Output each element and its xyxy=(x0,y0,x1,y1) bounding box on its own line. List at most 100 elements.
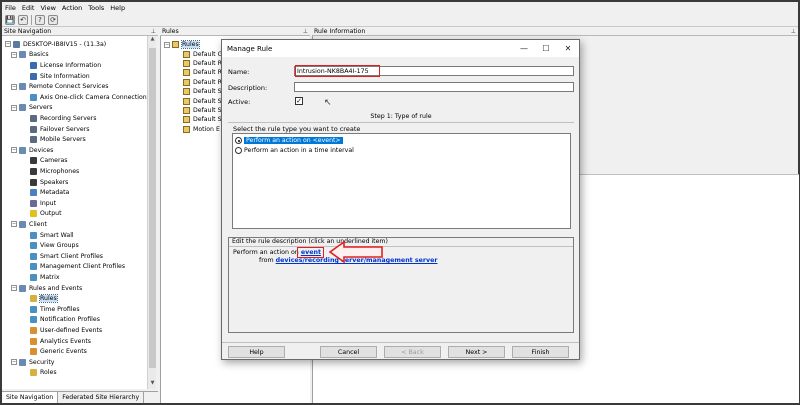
tree-item[interactable]: Rules xyxy=(30,293,58,304)
rule-list-item[interactable]: Default S xyxy=(183,115,222,124)
menu-file[interactable]: File xyxy=(2,4,19,12)
tree-item-label: View Groups xyxy=(40,242,79,250)
tree-item[interactable]: Time Profiles xyxy=(30,304,80,315)
menu-view[interactable]: View xyxy=(37,4,58,12)
tree-item[interactable]: Management Client Profiles xyxy=(30,262,125,273)
tree-item[interactable]: − Basics xyxy=(11,50,49,61)
collapse-icon[interactable]: − xyxy=(11,51,17,58)
tree-item[interactable]: − Servers xyxy=(11,103,53,114)
tree-item[interactable]: Axis One-click Camera Connection xyxy=(30,92,147,103)
tree-item[interactable]: − Devices xyxy=(11,145,53,156)
rule-list-item[interactable]: Default R xyxy=(183,78,222,87)
tree-item-icon xyxy=(30,167,37,175)
tree-item[interactable]: License Information xyxy=(30,60,101,71)
pin-icon[interactable]: ⊥ xyxy=(303,28,308,35)
tree-item[interactable]: Mobile Servers xyxy=(30,134,86,145)
tab-federated-site-hierarchy[interactable]: Federated Site Hierarchy xyxy=(58,392,145,403)
tree-item[interactable]: Notification Profiles xyxy=(30,315,100,326)
rule-list-item[interactable]: Default R xyxy=(183,68,222,77)
radio-action-time-interval[interactable] xyxy=(235,147,242,154)
collapse-icon[interactable]: − xyxy=(11,147,17,154)
menu-tools[interactable]: Tools xyxy=(85,4,107,12)
rule-icon xyxy=(183,125,190,133)
desc-from: from xyxy=(259,257,276,264)
tree-item-label: Output xyxy=(40,210,62,218)
rule-list-item[interactable]: Default R xyxy=(183,59,222,68)
next-button[interactable]: Next > xyxy=(448,346,505,358)
help-icon[interactable]: ? xyxy=(35,14,45,25)
rule-list-item[interactable]: Default S xyxy=(183,87,222,96)
name-highlight xyxy=(295,65,380,77)
tree-item[interactable]: Roles xyxy=(30,368,57,379)
rule-list-item[interactable]: Default S xyxy=(183,97,222,106)
description-input[interactable] xyxy=(294,82,574,92)
rules-root[interactable]: − Rules xyxy=(164,40,200,49)
tree-item[interactable]: User-defined Events xyxy=(30,325,102,336)
collapse-icon[interactable]: − xyxy=(11,285,17,292)
collapse-icon[interactable]: − xyxy=(164,41,170,48)
tree-item[interactable]: Output xyxy=(30,209,62,220)
scroll-down-icon[interactable]: ▼ xyxy=(148,380,157,389)
close-icon[interactable]: ✕ xyxy=(557,40,579,57)
tree-item[interactable]: − Security xyxy=(11,357,54,368)
active-checkbox[interactable]: ✓ xyxy=(295,97,303,105)
tree-item[interactable]: Smart Client Profiles xyxy=(30,251,103,262)
finish-button[interactable]: Finish xyxy=(512,346,569,358)
tree-item[interactable]: Recording Servers xyxy=(30,113,96,124)
tree-item[interactable]: − Remote Connect Services xyxy=(11,81,108,92)
tree-item-icon xyxy=(30,337,37,345)
collapse-icon[interactable]: − xyxy=(5,41,11,48)
refresh-icon[interactable]: ⟳ xyxy=(48,14,58,25)
menu-edit[interactable]: Edit xyxy=(19,4,38,12)
tree-item[interactable]: Failover Servers xyxy=(30,124,90,135)
collapse-icon[interactable]: − xyxy=(11,104,17,111)
rule-list-item[interactable]: Default S xyxy=(183,106,222,115)
pin-icon[interactable]: ⊥ xyxy=(151,28,156,35)
rule-icon xyxy=(183,116,190,124)
menu-action[interactable]: Action xyxy=(59,4,85,12)
radio-action-on-event[interactable] xyxy=(235,137,242,144)
tree-item[interactable]: Analytics Events xyxy=(30,336,91,347)
tree-item[interactable]: Input xyxy=(30,198,56,209)
cancel-button[interactable]: Cancel xyxy=(320,346,377,358)
tree-item-icon xyxy=(30,316,37,324)
undo-icon[interactable]: ↶ xyxy=(18,14,28,25)
pin-icon[interactable]: ⊥ xyxy=(791,28,796,35)
collapse-icon[interactable]: − xyxy=(11,221,17,228)
back-button[interactable]: < Back xyxy=(384,346,441,358)
tree-item[interactable]: − Rules and Events xyxy=(11,283,82,294)
scroll-thumb[interactable] xyxy=(149,48,156,368)
tree-item-icon xyxy=(19,284,26,292)
tree-item[interactable]: Speakers xyxy=(30,177,68,188)
tree-item[interactable]: − DESKTOP-IB8IV15 - (11.3a) xyxy=(5,39,106,50)
scroll-up-icon[interactable]: ▲ xyxy=(148,36,157,45)
maximize-icon[interactable]: ☐ xyxy=(535,40,557,57)
collapse-icon[interactable]: − xyxy=(11,359,17,366)
tree-item-icon xyxy=(30,93,37,101)
option-action-on-event[interactable]: Perform an action on <event> xyxy=(235,136,343,145)
option-action-time-interval[interactable]: Perform an action in a time interval xyxy=(235,146,354,155)
site-navigation-scrollbar[interactable]: ▲ ▼ xyxy=(147,36,156,389)
help-button[interactable]: Help xyxy=(228,346,285,358)
tree-item-icon xyxy=(30,72,37,80)
tree-item[interactable]: Generic Events xyxy=(30,346,87,357)
tree-item[interactable]: Cameras xyxy=(30,156,68,167)
rule-list-item[interactable]: Default G xyxy=(183,50,222,59)
tree-item[interactable]: Smart Wall xyxy=(30,230,74,241)
tree-item[interactable]: Matrix xyxy=(30,272,59,283)
active-label: Active: xyxy=(228,98,251,106)
minimize-icon[interactable]: — xyxy=(513,40,535,57)
rules-folder-icon xyxy=(172,41,179,48)
tree-item[interactable]: View Groups xyxy=(30,240,79,251)
menu-help[interactable]: Help xyxy=(107,4,128,12)
tree-item-icon xyxy=(19,220,26,228)
rule-list-item[interactable]: Motion E xyxy=(183,125,220,134)
tree-item[interactable]: Metadata xyxy=(30,187,69,198)
save-icon[interactable]: 💾 xyxy=(5,14,15,25)
tree-item[interactable]: Site Information xyxy=(30,71,90,82)
tree-item[interactable]: Microphones xyxy=(30,166,79,177)
tree-item[interactable]: − Client xyxy=(11,219,47,230)
tab-site-navigation[interactable]: Site Navigation xyxy=(2,392,59,403)
tree-item-label: Security xyxy=(29,358,55,366)
collapse-icon[interactable]: − xyxy=(11,83,17,90)
